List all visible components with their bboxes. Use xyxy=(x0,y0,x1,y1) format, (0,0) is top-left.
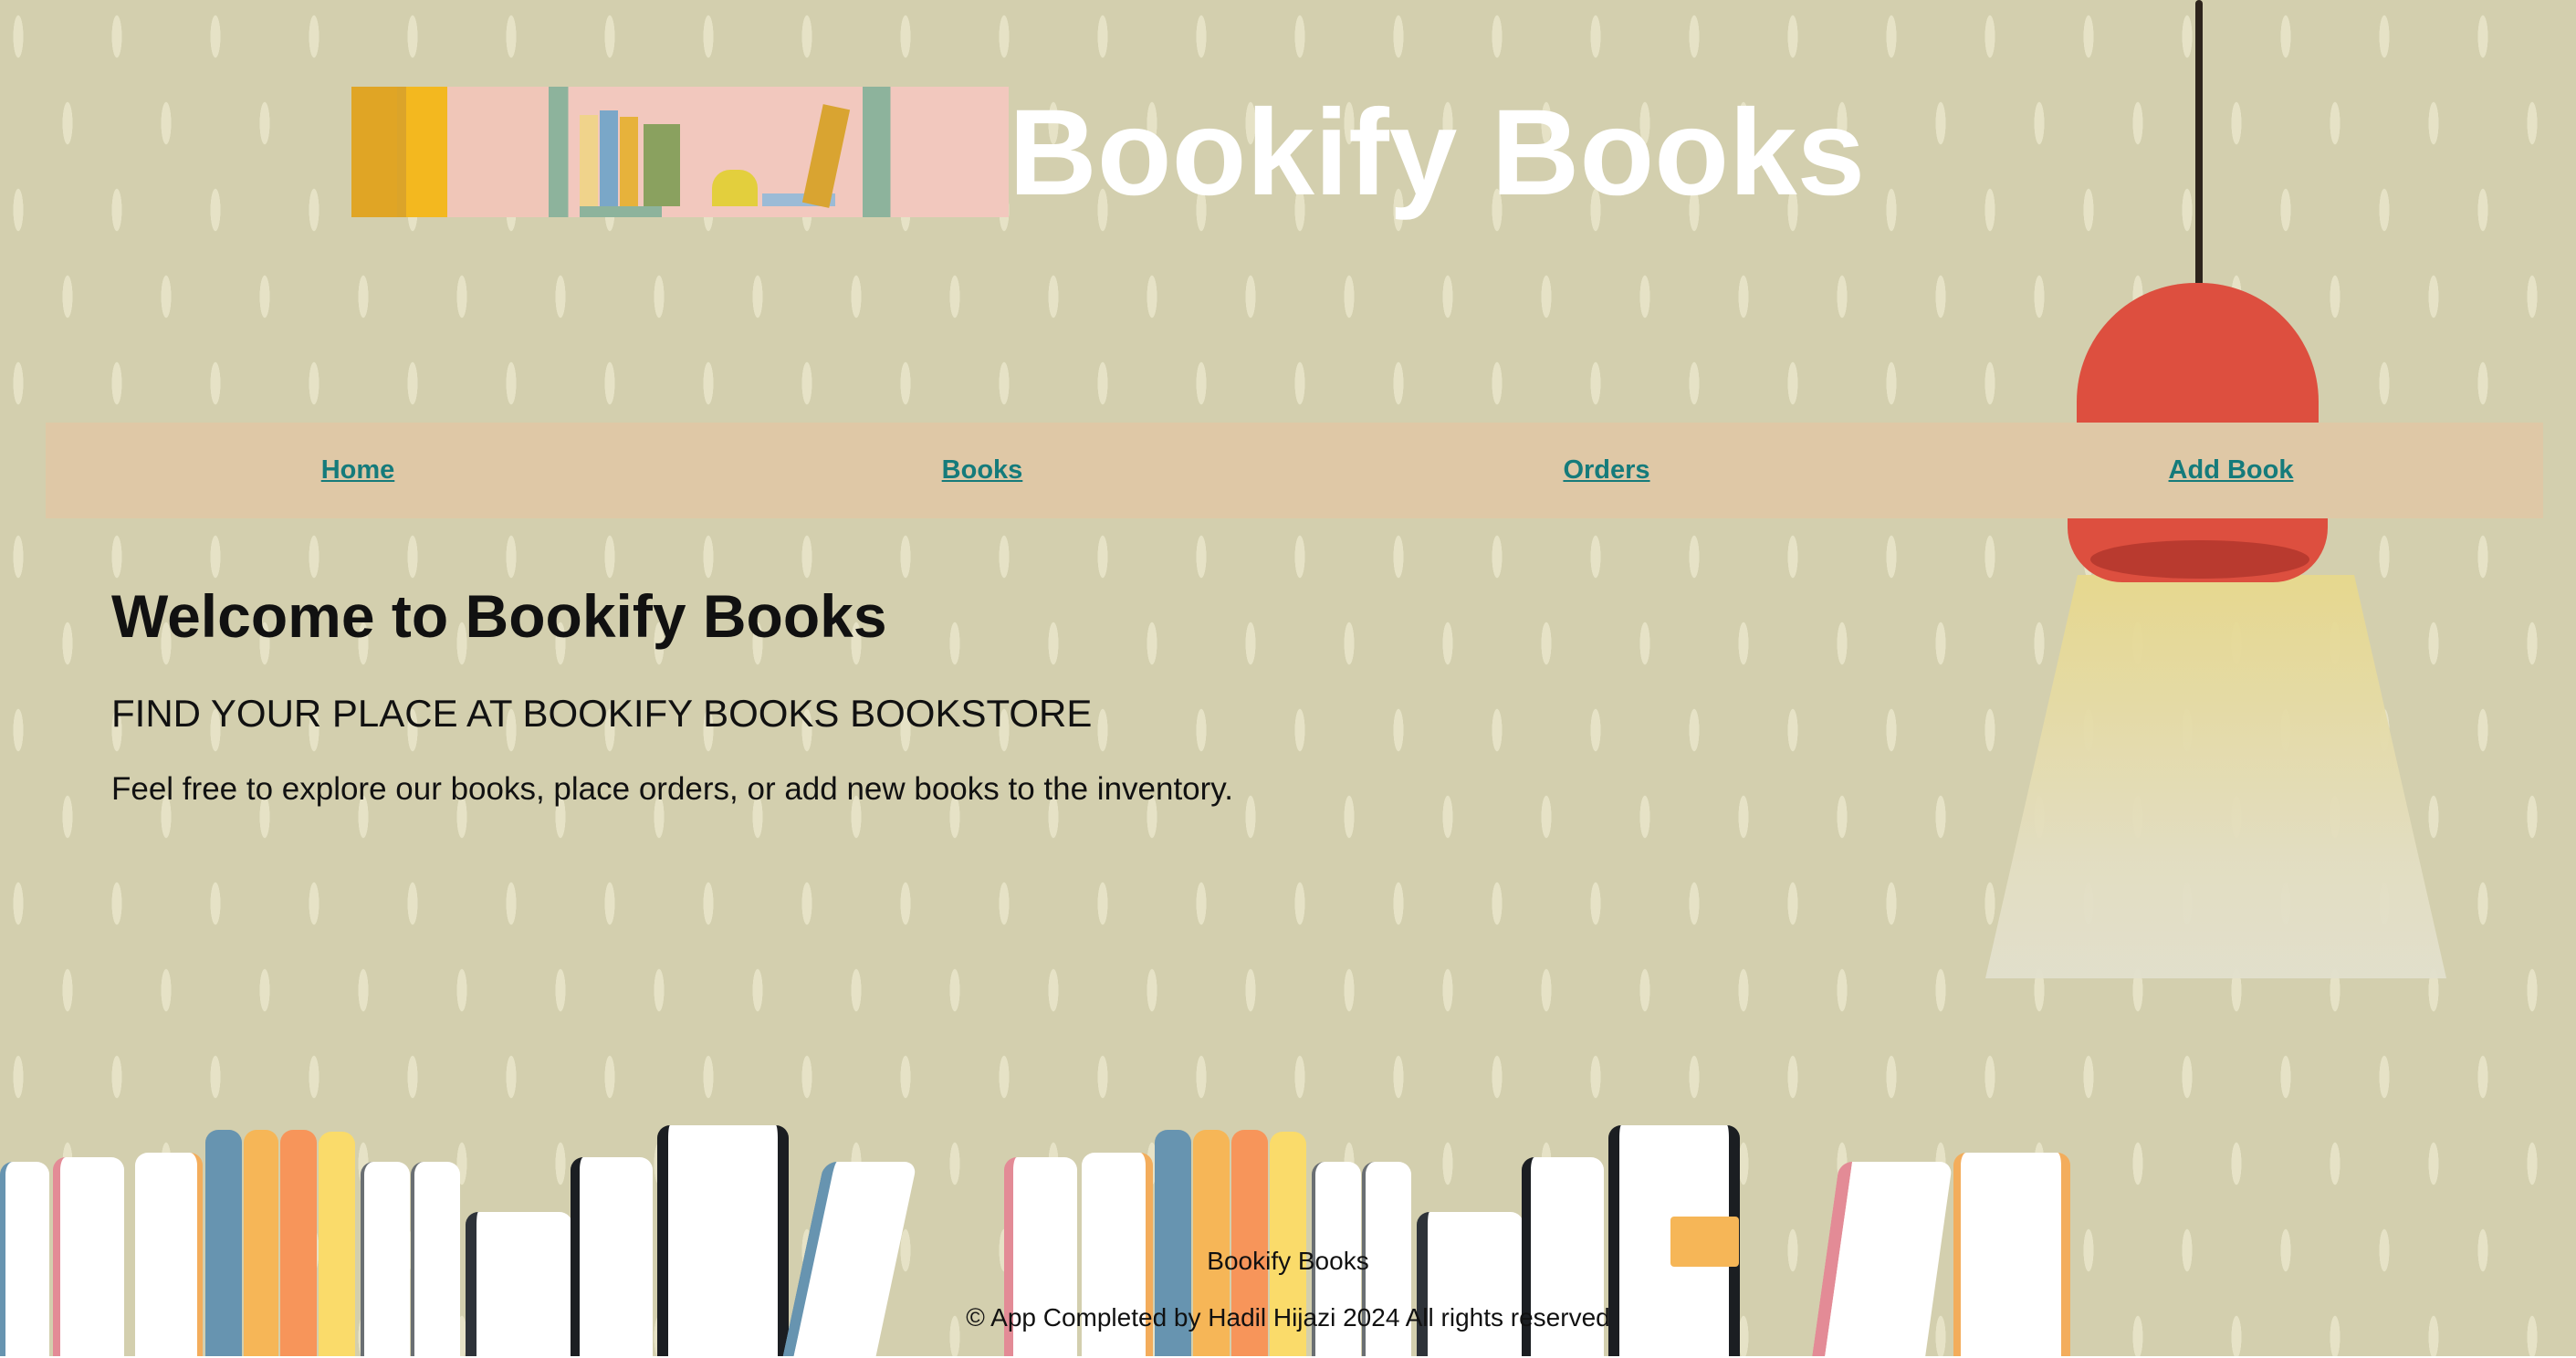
footer-name: Bookify Books xyxy=(1207,1247,1369,1275)
site-title: Bookify Books xyxy=(1009,85,1866,221)
lamp-cord xyxy=(2195,0,2203,301)
main-nav: Home Books Orders Add Book xyxy=(46,423,2543,518)
nav-link-orders[interactable]: Orders xyxy=(1294,423,1919,518)
book-icon xyxy=(600,110,618,206)
main-content: Welcome to Bookify Books FIND YOUR PLACE… xyxy=(111,575,1233,812)
piggy-bank-icon xyxy=(712,170,758,206)
shelf-icon xyxy=(863,87,883,217)
lamp-rim xyxy=(2090,540,2309,579)
welcome-heading: Welcome to Bookify Books xyxy=(111,582,887,650)
footer-copyright: © App Completed by Hadil Hijazi 2024 All… xyxy=(966,1303,1610,1332)
bookshelf-logo-image xyxy=(351,87,1009,217)
nav-link-books[interactable]: Books xyxy=(670,423,1294,518)
intro-text: Feel free to explore our books, place or… xyxy=(111,771,1233,807)
book-icon xyxy=(801,104,851,208)
nav-link-add-book[interactable]: Add Book xyxy=(1919,423,2543,518)
shelf-icon xyxy=(580,206,662,217)
site-footer: Bookify Books © App Completed by Hadil H… xyxy=(0,1241,2576,1338)
book-icon xyxy=(620,117,638,206)
book-icon xyxy=(644,124,680,206)
book-icon xyxy=(406,87,447,217)
book-icon xyxy=(580,115,598,206)
nav-link-home[interactable]: Home xyxy=(46,423,670,518)
tagline: FIND YOUR PLACE AT BOOKIFY BOOKS BOOKSTO… xyxy=(111,692,1093,735)
book-icon xyxy=(351,87,397,217)
